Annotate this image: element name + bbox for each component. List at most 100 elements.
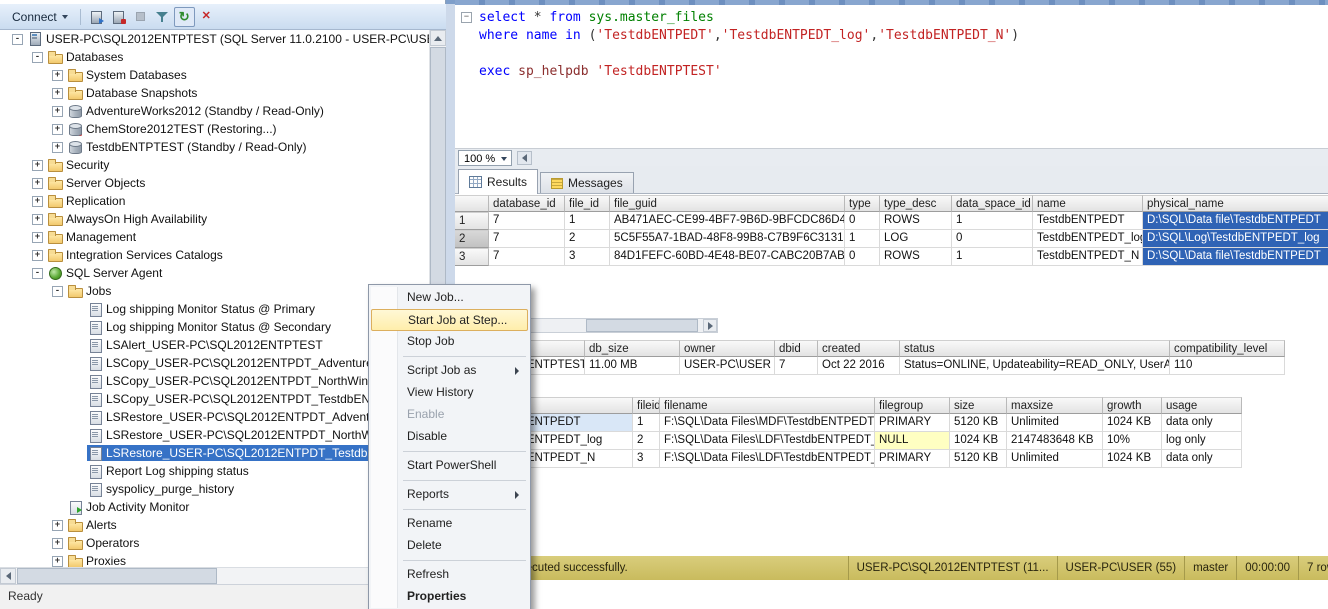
cell-filegroup[interactable]: PRIMARY [875, 414, 950, 432]
cell-type[interactable]: 1 [845, 230, 880, 248]
collapse-icon[interactable]: - [52, 285, 63, 297]
tree-node[interactable]: Log shipping Monitor Status @ Primary [87, 301, 318, 317]
cell-db_size[interactable]: 11.00 MB [585, 357, 680, 375]
column-header-db_size[interactable]: db_size [585, 340, 680, 357]
cell-size[interactable]: 5120 KB [950, 450, 1007, 468]
connect-button[interactable]: Connect [5, 8, 75, 26]
cell-fileid[interactable]: 1 [633, 414, 660, 432]
editor-scroll-left-button[interactable] [517, 151, 532, 165]
zoom-select[interactable]: 100 % [458, 150, 512, 166]
menu-item-disable[interactable]: Disable [371, 426, 528, 448]
cell-file_guid[interactable]: AB471AEC-CE99-4BF7-9B6D-9BFCDC86D451 [610, 212, 845, 230]
cell-file_guid[interactable]: 84D1FEFC-60BD-4E48-BE07-CABC20B7AB1F [610, 248, 845, 266]
column-header-size[interactable]: size [950, 397, 1007, 414]
menu-item-view-history[interactable]: View History [371, 382, 528, 404]
cell-dbid[interactable]: 7 [775, 357, 818, 375]
tree-item[interactable]: + Security [0, 156, 429, 174]
cell-growth[interactable]: 1024 KB [1103, 450, 1162, 468]
cell-database_id[interactable]: 7 [489, 230, 565, 248]
cell-usage[interactable]: data only [1162, 414, 1242, 432]
column-header-maxsize[interactable]: maxsize [1007, 397, 1103, 414]
expand-icon[interactable]: + [52, 123, 63, 135]
expand-icon[interactable]: + [52, 87, 63, 99]
tree-item[interactable]: LSRestore_USER-PC\SQL2012ENTPDT_Adventu [0, 408, 429, 426]
column-header-growth[interactable]: growth [1103, 397, 1162, 414]
tree-item[interactable]: Job Activity Monitor [0, 498, 429, 516]
menu-item-new-job[interactable]: New Job... [371, 287, 528, 309]
tab-results[interactable]: Results [458, 169, 539, 194]
connect-server-icon[interactable] [86, 7, 107, 27]
cell-type_desc[interactable]: LOG [880, 230, 952, 248]
row-header[interactable]: 3 [455, 248, 489, 266]
tree-item[interactable]: Log shipping Monitor Status @ Primary [0, 300, 429, 318]
tree-item[interactable]: - USER-PC\SQL2012ENTPTEST (SQL Server 11.… [0, 30, 429, 48]
menu-item-start-powershell[interactable]: Start PowerShell [371, 455, 528, 477]
collapse-icon[interactable]: - [32, 267, 43, 279]
collapse-icon[interactable]: - [32, 51, 43, 63]
expand-icon[interactable]: + [52, 69, 63, 81]
tree-item[interactable]: + AlwaysOn High Availability [0, 210, 429, 228]
column-header-data_space_id[interactable]: data_space_id [952, 195, 1033, 212]
menu-item-script-job-as[interactable]: Script Job as [371, 360, 528, 382]
cell-database_id[interactable]: 7 [489, 248, 565, 266]
cell-usage[interactable]: data only [1162, 450, 1242, 468]
cell-usage[interactable]: log only [1162, 432, 1242, 450]
tree-node[interactable]: Replication [47, 193, 128, 209]
cell-name[interactable]: TestdbENTPEDT [1033, 212, 1143, 230]
clear-filter-icon[interactable]: ✕ [196, 7, 217, 27]
cell-filename[interactable]: F:\SQL\Data Files\LDF\TestdbENTPEDT_N.nd… [660, 450, 875, 468]
cell-file_id[interactable]: 1 [565, 212, 610, 230]
column-header-usage[interactable]: usage [1162, 397, 1242, 414]
tree-node[interactable]: LSAlert_USER-PC\SQL2012ENTPTEST [87, 337, 326, 353]
code-line[interactable] [455, 45, 1328, 63]
cell-created[interactable]: Oct 22 2016 [818, 357, 900, 375]
tree-item[interactable]: + Management [0, 228, 429, 246]
column-header-file_guid[interactable]: file_guid [610, 195, 845, 212]
tree-node[interactable]: Log shipping Monitor Status @ Secondary [87, 319, 334, 335]
cell-name[interactable]: TestdbENTPEDT_log [1033, 230, 1143, 248]
column-header-file_id[interactable]: file_id [565, 195, 610, 212]
column-header-database_id[interactable]: database_id [489, 195, 565, 212]
tree-node[interactable]: Job Activity Monitor [67, 499, 192, 515]
tree-item[interactable]: + System Databases [0, 66, 429, 84]
code-line[interactable]: where name in ('TestdbENTPEDT','TestdbEN… [455, 27, 1328, 45]
cell-owner[interactable]: USER-PC\USER [680, 357, 775, 375]
cell-physical_name[interactable]: D:\SQL\Data file\TestdbENTPEDT [1143, 248, 1328, 266]
cell-name[interactable]: TestdbENTPEDT_N [1033, 248, 1143, 266]
sql-editor[interactable]: select * from sys.master_fileswhere name… [455, 5, 1328, 148]
cell-size[interactable]: 1024 KB [950, 432, 1007, 450]
cell-data_space_id[interactable]: 0 [952, 230, 1033, 248]
menu-item-start-job-at-step[interactable]: Start Job at Step... [371, 309, 528, 331]
code-fold-icon[interactable] [461, 12, 472, 23]
tree-item[interactable]: LSCopy_USER-PC\SQL2012ENTPDT_Adventure [0, 354, 429, 372]
expand-icon[interactable]: + [52, 537, 63, 549]
code-line[interactable]: exec sp_helpdb 'TestdbENTPTEST' [455, 63, 1328, 81]
cell-file_guid[interactable]: 5C5F55A7-1BAD-48F8-99B8-C7B9F6C3131F [610, 230, 845, 248]
cell-compatibility_level[interactable]: 110 [1170, 357, 1285, 375]
cell-maxsize[interactable]: Unlimited [1007, 414, 1103, 432]
tree-node[interactable]: Report Log shipping status [87, 463, 252, 479]
cell-physical_name[interactable]: D:\SQL\Data file\TestdbENTPEDT [1143, 212, 1328, 230]
cell-growth[interactable]: 10% [1103, 432, 1162, 450]
cell-filename[interactable]: F:\SQL\Data Files\MDF\TestdbENTPEDT.mdf [660, 414, 875, 432]
expand-icon[interactable]: + [32, 177, 43, 189]
cell-file_id[interactable]: 3 [565, 248, 610, 266]
tree-item[interactable]: Report Log shipping status [0, 462, 429, 480]
tree-node[interactable]: LSCopy_USER-PC\SQL2012ENTPDT_Adventure [87, 355, 376, 371]
scrollbar-thumb[interactable] [17, 568, 217, 584]
expand-icon[interactable]: + [32, 249, 43, 261]
tree-item[interactable]: LSCopy_USER-PC\SQL2012ENTPDT_NorthWind [0, 372, 429, 390]
cell-type_desc[interactable]: ROWS [880, 212, 952, 230]
tree-item[interactable]: - SQL Server Agent [0, 264, 429, 282]
tree-node[interactable]: Alerts [67, 517, 120, 533]
cell-type_desc[interactable]: ROWS [880, 248, 952, 266]
tree-item[interactable]: + Integration Services Catalogs [0, 246, 429, 264]
tree-item[interactable]: + Server Objects [0, 174, 429, 192]
tree-node[interactable]: AdventureWorks2012 (Standby / Read-Only) [67, 103, 327, 119]
expand-icon[interactable]: + [52, 141, 63, 153]
tree-item[interactable]: + ChemStore2012TEST (Restoring...) [0, 120, 429, 138]
tree-node[interactable]: Operators [67, 535, 142, 551]
column-header-physical_name[interactable]: physical_name [1143, 195, 1328, 212]
cell-filename[interactable]: F:\SQL\Data Files\LDF\TestdbENTPEDT_log.… [660, 432, 875, 450]
tree-node[interactable]: Database Snapshots [67, 85, 200, 101]
